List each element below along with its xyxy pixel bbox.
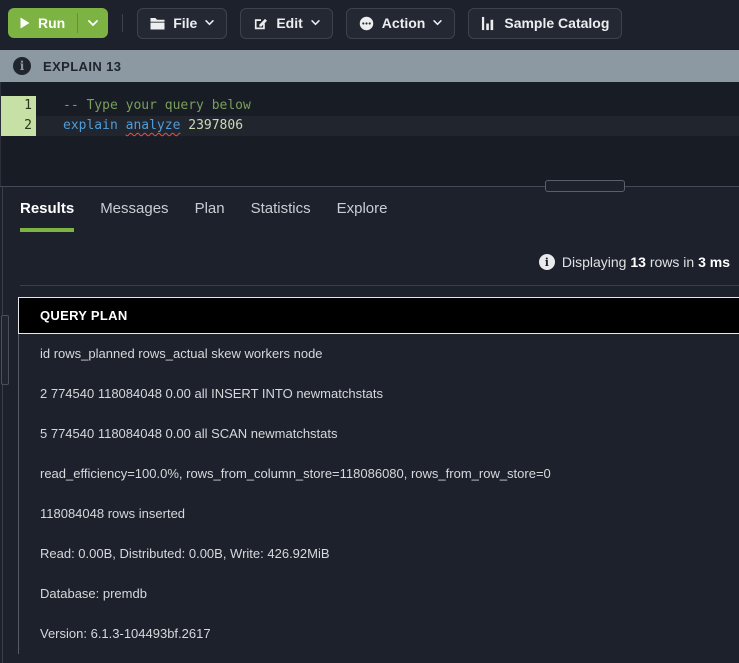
- line-number-gutter: 2: [1, 116, 36, 136]
- run-dropdown-toggle[interactable]: [78, 8, 108, 38]
- tab-statistics[interactable]: Statistics: [251, 200, 311, 232]
- results-divider: [20, 285, 739, 286]
- tab-results[interactable]: Results: [20, 200, 74, 232]
- chevron-down-icon: [311, 20, 320, 26]
- action-menu-label: Action: [382, 15, 426, 31]
- table-row: read_efficiency=100.0%, rows_from_column…: [19, 454, 739, 494]
- file-menu-button[interactable]: File: [137, 8, 227, 39]
- sql-editor[interactable]: 1 -- Type your query below 2 explain ana…: [0, 82, 739, 186]
- editor-code-line: explain analyze 2397806: [36, 116, 739, 136]
- sql-comment: -- Type your query below: [63, 98, 251, 113]
- edit-menu-button[interactable]: Edit: [240, 8, 332, 39]
- row-count: 13: [630, 254, 646, 270]
- sql-keyword-misspelled: analyze: [126, 118, 181, 133]
- edit-menu-label: Edit: [276, 15, 302, 31]
- explain-notice-label: EXPLAIN 13: [43, 59, 121, 74]
- query-plan-column-header: QUERY PLAN: [18, 297, 739, 334]
- run-button-main[interactable]: Run: [8, 8, 77, 38]
- bar-chart-icon: [481, 16, 496, 31]
- table-row: Version: 6.1.3-104493bf.2617: [19, 614, 739, 654]
- query-plan-panel: QUERY PLAN id rows_planned rows_actual s…: [18, 297, 739, 663]
- sample-catalog-button[interactable]: Sample Catalog: [468, 8, 622, 39]
- sql-keyword: explain: [63, 118, 118, 133]
- scrollbar-thumb[interactable]: [1, 315, 9, 385]
- result-status: Displaying 13 rows in 3 ms: [539, 254, 730, 270]
- table-row: 118084048 rows inserted: [19, 494, 739, 534]
- table-row: 2 774540 118084048 0.00 all INSERT INTO …: [19, 374, 739, 414]
- query-plan-rows: id rows_planned rows_actual skew workers…: [18, 334, 739, 654]
- sample-catalog-label: Sample Catalog: [504, 15, 609, 31]
- editor-code-line: -- Type your query below: [36, 96, 739, 116]
- sql-number-literal: 2397806: [188, 118, 243, 133]
- run-button-label: Run: [38, 15, 65, 31]
- table-row: Read: 0.00B, Distributed: 0.00B, Write: …: [19, 534, 739, 574]
- edit-pencil-icon: [253, 16, 268, 31]
- status-text: Displaying 13 rows in 3 ms: [562, 254, 730, 270]
- tab-messages[interactable]: Messages: [100, 200, 168, 232]
- file-menu-label: File: [173, 15, 197, 31]
- editor-line: 2 explain analyze 2397806: [1, 116, 739, 136]
- chevron-down-icon: [88, 20, 98, 27]
- results-tab-bar: Results Messages Plan Statistics Explore: [20, 200, 387, 232]
- ellipsis-circle-icon: [359, 16, 374, 31]
- line-number-gutter: 1: [1, 96, 36, 116]
- info-icon: [539, 254, 555, 270]
- chevron-down-icon: [433, 20, 442, 26]
- grid-left-edge: [2, 187, 3, 663]
- table-row: id rows_planned rows_actual skew workers…: [19, 334, 739, 374]
- query-duration: 3 ms: [698, 254, 730, 270]
- chevron-down-icon: [205, 20, 214, 26]
- panel-resize-handle[interactable]: [545, 180, 625, 192]
- toolbar: Run File Edit Action: [0, 0, 739, 46]
- tab-explore[interactable]: Explore: [337, 200, 388, 232]
- table-row: Database: premdb: [19, 574, 739, 614]
- table-row: 5 774540 118084048 0.00 all SCAN newmatc…: [19, 414, 739, 454]
- folder-icon: [150, 17, 165, 30]
- tab-plan[interactable]: Plan: [195, 200, 225, 232]
- action-menu-button[interactable]: Action: [346, 8, 456, 39]
- editor-line: 1 -- Type your query below: [1, 96, 739, 116]
- play-icon: [19, 17, 30, 29]
- run-button[interactable]: Run: [8, 8, 108, 38]
- toolbar-divider: [122, 14, 123, 32]
- info-icon: [13, 57, 31, 75]
- panel-splitter-line: [0, 186, 739, 187]
- explain-notice-bar: EXPLAIN 13: [0, 50, 739, 82]
